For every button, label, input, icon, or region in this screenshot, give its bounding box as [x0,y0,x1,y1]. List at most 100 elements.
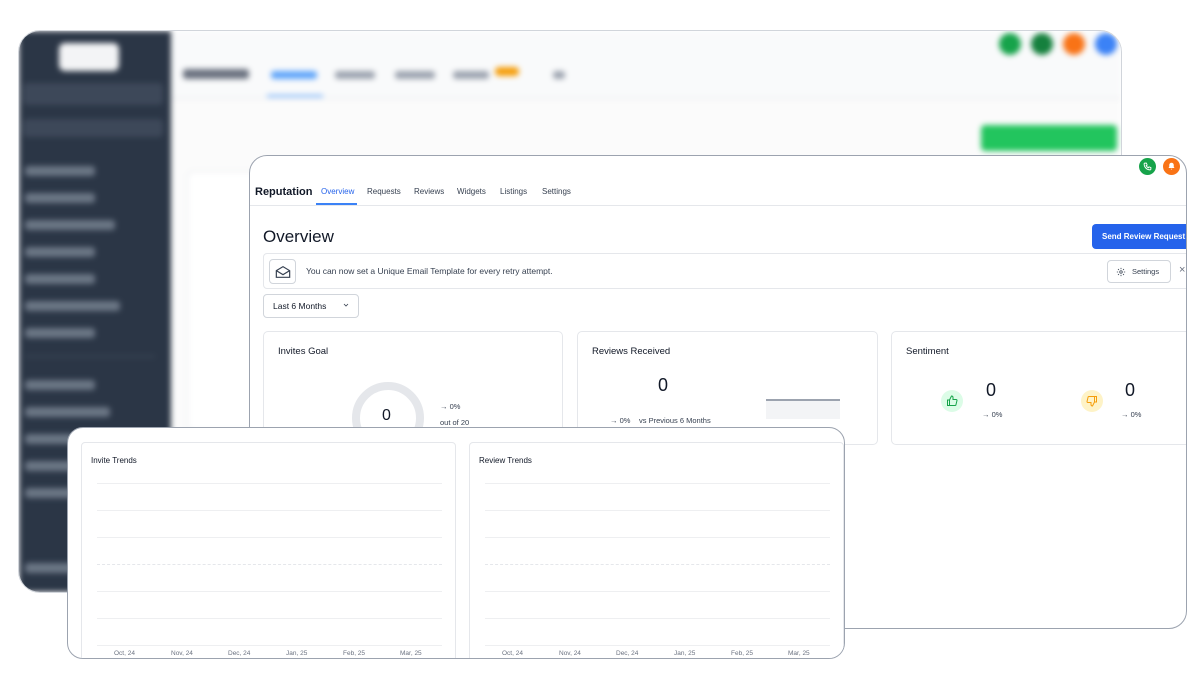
blurred-nav-item [25,193,95,203]
page-title: Overview [263,227,334,246]
grid-line [97,564,442,565]
date-range-dropdown[interactable]: Last 6 Months [263,294,359,318]
grid-line [485,591,830,592]
chevron-down-icon [342,296,350,318]
positive-sentiment-value: 0 [986,380,997,400]
invites-goal-change: → 0% [440,402,461,411]
invite-trends-title: Invite Trends [91,456,137,465]
x-tick-label: Nov, 24 [171,650,193,657]
thumbs-down-icon [1081,390,1103,412]
invites-goal-value: 0 [382,407,391,424]
blurred-nav-item [25,166,95,176]
blurred-divider [25,356,155,357]
reviews-received-comparison: vs Previous 6 Months [639,416,711,425]
reviews-sparkline [766,399,840,401]
x-tick-label: Dec, 24 [616,650,639,657]
x-tick-label: Feb, 25 [731,650,754,657]
grid-line [485,564,830,565]
blurred-card [187,171,257,431]
blurred-tab [453,71,489,79]
blurred-nav-item [25,301,120,311]
grid-line [97,510,442,511]
review-trends-card: Review Trends Oct, 24 Nov, 24 Dec, 24 Ja… [469,442,844,658]
blurred-action-button [981,125,1117,151]
reviews-received-title: Reviews Received [592,346,671,357]
thumbs-up-icon [941,390,963,412]
blurred-tab-underline [267,95,323,97]
grid-line [97,645,442,646]
negative-sentiment-change: → 0% [1121,410,1142,419]
tab-widgets[interactable]: Widgets [457,187,486,196]
x-tick-label: Mar, 25 [788,650,810,657]
envelope-icon [269,259,296,284]
blurred-chat-circle [1031,33,1053,55]
grid-line [97,537,442,538]
gear-icon [1116,267,1126,277]
grid-line [485,510,830,511]
blurred-topbar [171,31,1121,99]
invites-goal-target: out of 20 [440,418,470,427]
blurred-nav-item [25,274,95,284]
grid-line [97,591,442,592]
tab-requests[interactable]: Requests [367,187,401,196]
blurred-nav-item [25,380,95,390]
section-title: Reputation [255,186,313,198]
x-tick-label: Jan, 25 [674,650,696,657]
negative-sentiment-value: 0 [1125,380,1136,400]
banner-message: You can now set a Unique Email Template … [306,266,553,276]
trends-window: Invite Trends Oct, 24 Nov, 24 Dec, 24 Ja… [67,427,845,659]
grid-line [485,618,830,619]
blurred-nav-item [25,328,95,338]
grid-line [97,483,442,484]
blurred-account-switcher [23,83,163,105]
x-tick-label: Nov, 24 [559,650,581,657]
review-trends-title: Review Trends [479,456,532,465]
invite-trends-card: Invite Trends Oct, 24 Nov, 24 Dec, 24 Ja… [81,442,456,658]
x-tick-label: Oct, 24 [114,650,135,657]
tab-reviews[interactable]: Reviews [414,187,444,196]
grid-line [485,537,830,538]
banner-settings-button[interactable]: Settings [1107,260,1171,283]
grid-line [485,645,830,646]
blurred-title [183,69,249,79]
reviews-received-change: → 0% [610,416,631,425]
blurred-tab [271,71,317,79]
banner-settings-label: Settings [1132,267,1160,276]
blurred-tab [553,71,565,79]
tab-settings[interactable]: Settings [542,187,571,196]
x-tick-label: Jan, 25 [286,650,308,657]
sentiment-card: Sentiment 0 → 0% 0 → 0% [891,331,1186,445]
invites-goal-title: Invites Goal [278,346,329,357]
reviews-sparkline-area [766,401,840,419]
reputation-header: Reputation Overview Requests Reviews Wid… [250,156,1186,206]
info-banner: You can now set a Unique Email Template … [263,253,1186,289]
blurred-logo [59,43,119,71]
reviews-received-value: 0 [658,375,669,395]
phone-icon[interactable] [1139,158,1156,175]
blurred-nav-item [25,407,110,417]
positive-sentiment-change: → 0% [982,410,1003,419]
grid-line [485,483,830,484]
blurred-bell-circle [1063,33,1085,55]
blurred-search [23,119,163,137]
blurred-nav-item [25,220,115,230]
x-tick-label: Dec, 24 [228,650,251,657]
blurred-phone-circle [999,33,1021,55]
blurred-avatar-circle [1095,33,1117,55]
x-tick-label: Oct, 24 [502,650,523,657]
tab-overview[interactable]: Overview [321,187,354,196]
blurred-tab [335,71,375,79]
close-icon[interactable]: × [1179,264,1185,276]
x-tick-label: Feb, 25 [343,650,366,657]
send-review-request-button[interactable]: Send Review Request [1092,224,1186,249]
x-tick-label: Mar, 25 [400,650,422,657]
bell-icon[interactable] [1163,158,1180,175]
sentiment-title: Sentiment [906,346,949,357]
grid-line [97,618,442,619]
active-tab-indicator [316,203,357,205]
blurred-nav-item [25,247,95,257]
date-range-label: Last 6 Months [273,301,327,311]
blurred-tab [395,71,435,79]
blurred-badge [495,67,519,76]
tab-listings[interactable]: Listings [500,187,527,196]
